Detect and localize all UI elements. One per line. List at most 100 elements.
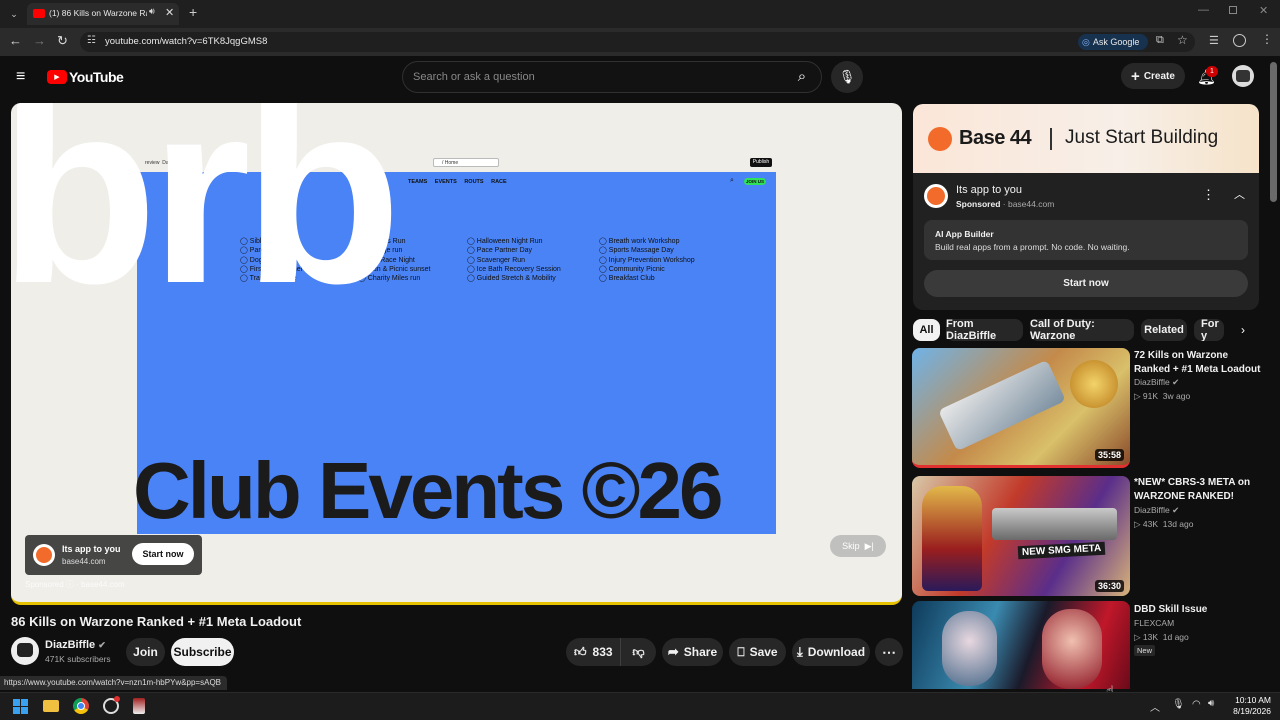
chips-next-icon[interactable]: › [1231,319,1255,341]
clock-date[interactable]: 8/19/2026 [1225,706,1271,716]
address-toolbar: ← → ↻ ☷ youtube.com/watch?v=6TK8JqgGMS8 … [0,28,1280,56]
reload-icon[interactable]: ↻ [57,33,68,49]
ad-crumb-box: / Home [433,158,499,167]
volume-icon[interactable]: 🔊︎ [1208,698,1214,709]
clock-time[interactable]: 10:10 AM [1229,695,1271,705]
download-label: Download [807,645,866,659]
ad-panel-start-now-button[interactable]: Start now [924,270,1248,297]
search-input[interactable]: Search or ask a question [413,71,535,83]
avatar[interactable] [1232,65,1254,87]
voice-search-button[interactable]: 🎙︎ [831,61,863,93]
back-icon[interactable]: ← [9,33,22,48]
like-button[interactable]: 👍︎ 833 [566,638,621,666]
profile-icon[interactable] [1233,34,1246,47]
wifi-icon[interactable]: ◠ [1192,699,1201,710]
chip-warzone[interactable]: Call of Duty: Warzone [1030,318,1134,342]
more-actions-button[interactable]: ⋯ [875,638,903,666]
banner-divider [1050,128,1052,150]
share-label: Share [683,645,718,659]
ad-panel-collapse-icon[interactable]: ︿ [1234,186,1245,202]
install-app-icon[interactable]: ⧉ [1156,34,1164,47]
url-field[interactable]: ☷ youtube.com/watch?v=6TK8JqgGMS8 ◎ Ask … [80,32,1195,52]
ad-panel-logo-icon [924,184,948,208]
chip-all[interactable]: All [913,319,940,341]
ad-publish-button: Publish [750,158,772,167]
related-thumbnail-1[interactable]: 35:58 [912,348,1130,468]
file-explorer-icon[interactable] [43,700,59,712]
tab-close-icon[interactable]: ✕ [165,6,174,19]
search-box[interactable]: Search or ask a question ⌕ [402,61,822,93]
tab-title: (1) 86 Kills on Warzone Ran [49,8,147,18]
ad-overlay-card[interactable]: Its app to you base44.com Start now [25,535,202,575]
related-thumbnail-2[interactable]: NEW SMG META 36:30 [912,476,1130,596]
channel-name[interactable]: DiazBiffle ✔ [45,639,106,651]
ad-panel-title: Its app to you [956,184,1023,196]
related-title-3[interactable]: DBD Skill Issue [1134,603,1266,617]
microphone-icon: 🎙︎ [838,69,856,84]
character-art-right [1042,609,1102,689]
related-channel-2[interactable]: DiazBiffle ✔ [1134,505,1179,516]
save-button[interactable]: ⎕ Save [729,638,786,666]
verified-icon: ✔ [98,640,106,650]
more-icon: ⋯ [882,643,896,660]
minimize-icon[interactable]: — [1198,4,1209,16]
character-art-left [942,611,997,686]
banner-tagline: Just Start Building [1065,127,1219,148]
bookmark-star-icon[interactable]: ☆ [1177,33,1188,47]
verified-icon: ✔ [1172,377,1180,387]
close-window-icon[interactable]: ✕ [1259,4,1268,17]
chrome-icon[interactable] [73,698,89,714]
ad-card-domain: base44.com [62,557,106,566]
youtube-logo[interactable]: ▶ YouTube [47,69,124,85]
base44-logo-icon [33,544,55,566]
ad-banner[interactable]: Base 44 Just Start Building [913,104,1259,173]
save-label: Save [749,645,778,659]
dislike-button[interactable]: 👎︎ [621,638,656,666]
site-settings-icon[interactable]: ☷ [87,35,96,46]
related-title-2[interactable]: *NEW* CBRS-3 META on WARZONE RANKED! [1134,476,1266,503]
like-dislike-group: 👍︎ 833 👎︎ [566,638,656,666]
windows-start-icon[interactable] [13,699,28,714]
reading-list-icon[interactable]: ☰ [1209,34,1219,47]
url-text: youtube.com/watch?v=6TK8JqgGMS8 [105,36,268,47]
new-tab-icon[interactable]: + [189,4,197,20]
chip-from-channel[interactable]: From DiazBiffle [946,318,1023,342]
browser-tab[interactable]: (1) 86 Kills on Warzone Ran 🔊︎ ✕ [27,3,179,25]
related-title-1[interactable]: 72 Kills on Warzone Ranked + #1 Meta Loa… [1134,349,1266,376]
thumb-caption: NEW SMG META [1017,541,1106,560]
download-button[interactable]: ⤓ Download [792,638,870,666]
ad-panel-meta: Sponsored · base44.com [956,199,1055,209]
related-channel-3[interactable]: FLEXCAM [1134,618,1174,628]
ad-card-start-now-button[interactable]: Start now [132,543,194,565]
hamburger-menu-icon[interactable]: ≡ [16,68,25,86]
search-icon[interactable]: ⌕ [791,66,813,88]
subscribe-button[interactable]: Subscribe [171,638,234,666]
skip-ad-button[interactable]: Skip ▶| [830,535,886,557]
maximize-icon[interactable] [1229,6,1237,14]
join-button[interactable]: Join [126,638,165,666]
ask-google-button[interactable]: ◎ Ask Google [1078,34,1148,50]
chip-for-you[interactable]: For y [1194,319,1224,341]
share-button[interactable]: ➦ Share [662,638,723,666]
chip-related[interactable]: Related [1141,319,1187,341]
windows-taskbar: ︿ 🎙︎ ◠ 🔊︎ 10:10 AM 8/19/2026 [0,692,1280,720]
browser-menu-icon[interactable]: ⋮ [1261,32,1273,46]
events-column-3: ◯ Halloween Night Run ◯ Pace Partner Day… [467,238,561,283]
video-player[interactable]: review Dashbo / Home Publish TEAMS EVENT… [11,103,902,605]
youtube-header: ≡ ▶ YouTube Search or ask a question ⌕ 🎙… [0,56,1280,100]
page-scrollbar[interactable] [1270,62,1277,202]
microphone-tray-icon[interactable]: 🎙︎ [1172,699,1185,710]
related-thumbnail-3[interactable] [912,601,1130,689]
channel-avatar[interactable] [11,637,39,665]
create-button[interactable]: + Create [1121,63,1185,89]
related-channel-1[interactable]: DiazBiffle ✔ [1134,377,1179,388]
game-app-icon[interactable] [133,698,145,714]
skip-label: Skip [842,541,860,551]
new-badge: New [1134,645,1156,656]
tab-search-icon[interactable]: ⌄ [7,7,21,21]
ad-panel-more-icon[interactable]: ⋮ [1202,187,1215,203]
forward-icon[interactable]: → [33,33,46,48]
brb-overlay-text: brb [11,103,402,338]
tray-overflow-icon[interactable]: ︿ [1150,699,1160,714]
speaker-icon[interactable]: 🔊︎ [149,6,155,17]
